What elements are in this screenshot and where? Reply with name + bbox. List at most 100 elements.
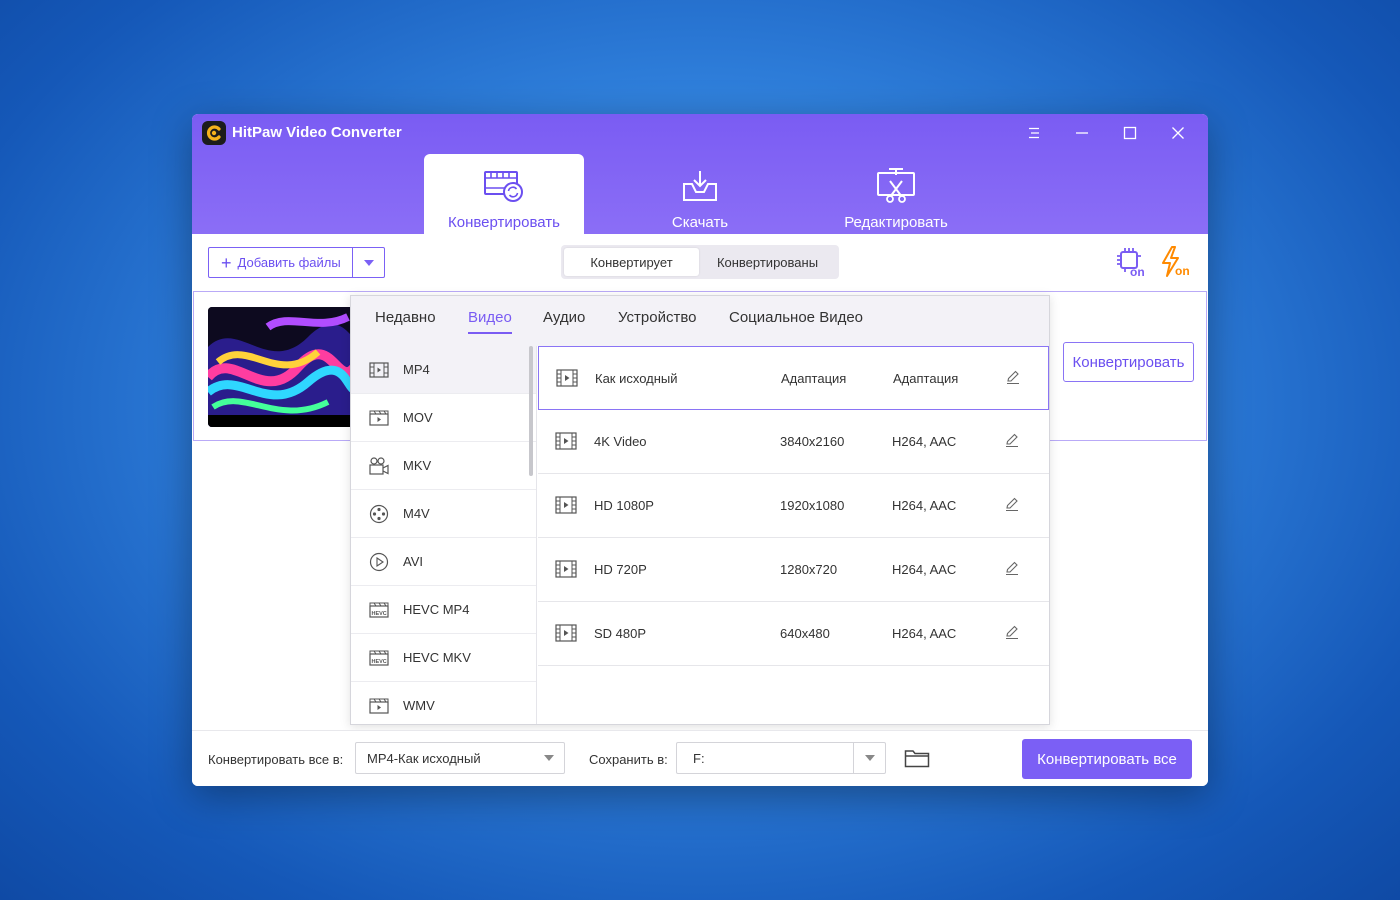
preset-list: Как исходный Адаптация Адаптация 4K Vide… [538,346,1049,724]
app-window: HitPaw Video Converter Конвертировать Ск… [192,114,1208,786]
convert-all-to-value: MP4-Как исходный [367,750,481,766]
convert-all-to-select[interactable]: MP4-Как исходный [355,742,565,774]
format-item-hevc-mkv[interactable]: HEVC HEVC MKV [351,634,536,682]
format-label: AVI [403,554,423,569]
format-label: M4V [403,506,430,521]
tab-device[interactable]: Устройство [618,309,696,326]
format-item-m4v[interactable]: M4V [351,490,536,538]
tab-convert[interactable]: Конвертировать [424,154,584,234]
format-item-wmv[interactable]: WMV [351,682,536,724]
tab-converted[interactable]: Конвертированы [699,248,836,276]
format-list: MP4 MOV MKV M4V AVI HEVC HEVC MP4 HEVC H… [351,346,537,724]
tab-edit-label: Редактировать [844,214,948,231]
format-panel: Недавно Видео Аудио Устройство Социально… [350,295,1050,725]
format-item-mov[interactable]: MOV [351,394,536,442]
convert-all-to-label: Конвертировать все в: [208,752,344,767]
format-label: WMV [403,698,435,713]
app-logo-icon [202,121,226,145]
convert-film-icon [483,166,525,206]
preset-name: HD 1080P [594,498,654,513]
status-segmented-control: Конвертирует Конвертированы [561,245,839,279]
format-item-avi[interactable]: AVI [351,538,536,586]
tab-social-video[interactable]: Социальное Видео [729,309,863,326]
film-icon [555,496,577,514]
edit-scissors-icon [875,166,917,206]
tab-edit[interactable]: Редактировать [816,154,976,234]
preset-codec: H264, AAC [892,626,957,641]
preset-resolution: 1280x720 [780,562,838,577]
format-label: HEVC MP4 [403,602,470,617]
convert-all-button[interactable]: Конвертировать все [1022,739,1192,779]
tab-download[interactable]: Скачать [620,154,780,234]
preset-codec: H264, AAC [892,562,957,577]
film-icon [555,624,577,642]
preset-name: 4K Video [594,434,647,449]
caret-down-icon [363,259,374,266]
tab-recent[interactable]: Недавно [375,309,436,326]
format-item-hevc-mp4[interactable]: HEVC HEVC MP4 [351,586,536,634]
tab-convert-label: Конвертировать [448,214,560,231]
preset-row[interactable]: 4K Video 3840x2160 H264, AAC [538,410,1049,474]
format-label: HEVC MKV [403,650,471,665]
preset-resolution: 3840x2160 [780,434,845,449]
toolbar: + Добавить файлы Конвертирует Конвертиро… [192,234,1208,290]
app-title: HitPaw Video Converter [232,124,402,141]
format-category-tabs: Недавно Видео Аудио Устройство Социально… [351,296,1049,346]
add-files-button[interactable]: + Добавить файлы [209,248,353,277]
format-label: MKV [403,458,432,473]
lightning-on-icon[interactable]: on [1160,246,1192,278]
download-tray-icon [680,166,720,206]
format-item-mkv[interactable]: MKV [351,442,536,490]
reel-icon [369,504,389,523]
camera-icon [369,456,389,475]
menu-icon[interactable] [1020,120,1048,146]
preset-resolution: Адаптация [781,371,847,386]
lightning-on-badge: on [1175,264,1190,278]
hevc-icon: HEVC [369,602,389,618]
film-icon [555,560,577,578]
preset-name: SD 480P [594,626,647,641]
add-files-dropdown[interactable] [353,248,384,277]
preset-name: Как исходный [595,371,678,386]
preset-name: HD 720P [594,562,647,577]
preset-codec: H264, AAC [892,434,957,449]
edit-pencil-icon[interactable] [1004,432,1020,448]
edit-pencil-icon[interactable] [1004,624,1020,640]
format-item-mp4[interactable]: MP4 [351,346,536,394]
preset-resolution: 1920x1080 [780,498,845,513]
cpu-on-icon[interactable]: on [1116,246,1148,279]
close-icon[interactable] [1164,120,1192,146]
edit-pencil-icon[interactable] [1004,496,1020,512]
edit-pencil-icon[interactable] [1005,369,1021,385]
tab-download-label: Скачать [671,214,729,231]
hevc-icon: HEVC [369,650,389,666]
video-thumbnail[interactable] [208,307,358,427]
clapper-icon [369,410,389,426]
preset-row[interactable]: HD 1080P 1920x1080 H264, AAC [538,474,1049,538]
preset-codec: Адаптация [893,371,959,386]
maximize-icon[interactable] [1116,120,1144,146]
preset-row[interactable]: SD 480P 640x480 H264, AAC [538,602,1049,666]
tab-audio[interactable]: Аудио [543,309,585,326]
caret-down-icon [544,755,554,761]
edit-pencil-icon[interactable] [1004,560,1020,576]
clapper-icon [369,698,389,714]
format-list-scrollbar[interactable] [529,346,533,476]
preset-row[interactable]: Как исходный Адаптация Адаптация [538,346,1049,410]
preset-resolution: 640x480 [780,626,830,641]
save-to-select[interactable]: F: [676,742,886,774]
preset-row[interactable]: HD 720P 1280x720 H264, AAC [538,538,1049,602]
convert-button[interactable]: Конвертировать [1063,342,1194,382]
play-circle-icon [369,552,389,571]
caret-down-icon [865,755,875,761]
folder-icon[interactable] [904,748,930,773]
hevc-badge: HEVC [372,611,387,617]
minimize-icon[interactable] [1068,120,1096,146]
film-icon [555,432,577,450]
add-files-label: Добавить файлы [237,255,341,270]
format-label: MOV [403,410,433,425]
save-to-value: F: [693,750,705,766]
tab-video[interactable]: Видео [468,309,512,334]
plus-icon: + [221,252,232,273]
tab-converting[interactable]: Конвертирует [564,248,699,276]
